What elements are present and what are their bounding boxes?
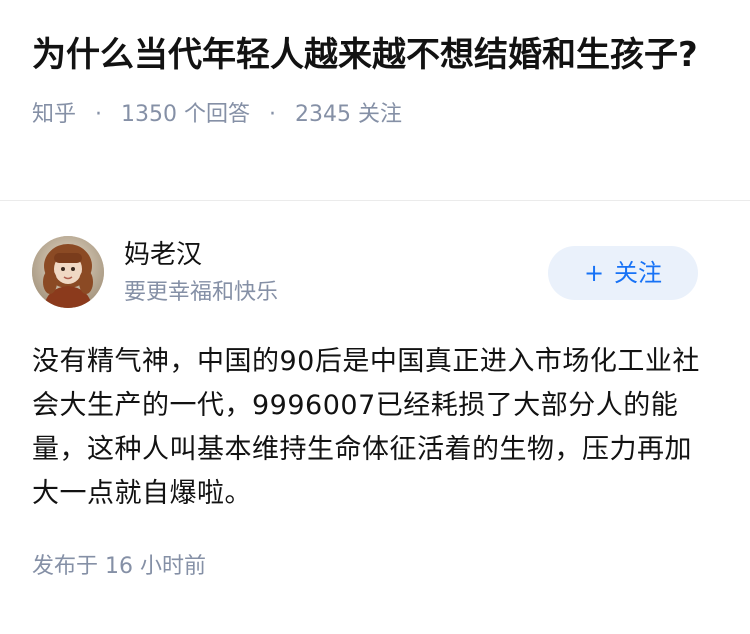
avatar-image bbox=[32, 236, 104, 308]
question-header: 为什么当代年轻人越来越不想结婚和生孩子? 知乎 · 1350 个回答 · 234… bbox=[0, 0, 750, 170]
follow-button[interactable]: + 关注 bbox=[548, 246, 698, 300]
posted-label: 发布于 bbox=[32, 554, 99, 579]
posted-time: 16 小时前 bbox=[105, 554, 207, 579]
question-meta: 知乎 · 1350 个回答 · 2345 关注 bbox=[32, 100, 718, 130]
answer-body[interactable]: 没有精气神，中国的90后是中国真正进入市场化工业社会大生产的一代，9996007… bbox=[32, 340, 718, 516]
section-divider bbox=[0, 200, 750, 201]
answers-label: 个回答 bbox=[184, 102, 251, 127]
answer-page: 为什么当代年轻人越来越不想结婚和生孩子? 知乎 · 1350 个回答 · 234… bbox=[0, 0, 750, 634]
author-name[interactable]: 妈老汉 bbox=[124, 238, 202, 272]
author-bio: 要更幸福和快乐 bbox=[124, 280, 279, 305]
followers-label: 关注 bbox=[358, 102, 403, 127]
separator-dot: · bbox=[95, 102, 103, 127]
plus-icon: + bbox=[583, 259, 605, 287]
answers-count: 1350 bbox=[121, 102, 178, 127]
answer-item: 妈老汉 要更幸福和快乐 + 关注 没有精气神，中国的90后是中国真正进入市场化工业… bbox=[32, 236, 718, 582]
answer-timestamp: 发布于 16 小时前 bbox=[32, 552, 718, 582]
question-title[interactable]: 为什么当代年轻人越来越不想结婚和生孩子? bbox=[32, 30, 718, 80]
followers-count: 2345 bbox=[295, 102, 352, 127]
author-row: 妈老汉 要更幸福和快乐 + 关注 bbox=[32, 236, 718, 310]
separator-dot: · bbox=[269, 102, 277, 127]
source-label[interactable]: 知乎 bbox=[32, 102, 76, 127]
avatar[interactable] bbox=[32, 236, 104, 308]
follow-button-label: 关注 bbox=[614, 259, 663, 287]
